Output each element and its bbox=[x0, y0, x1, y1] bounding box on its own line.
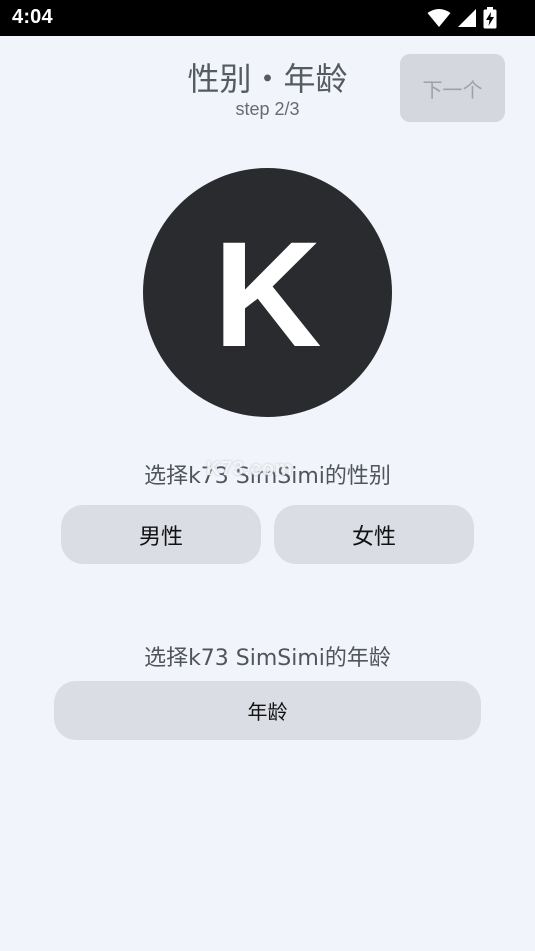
status-bar: 4:04 bbox=[0, 0, 535, 36]
male-button[interactable]: 男性 bbox=[61, 505, 261, 564]
female-button[interactable]: 女性 bbox=[274, 505, 474, 564]
battery-charging-icon bbox=[483, 7, 497, 33]
age-button[interactable]: 年龄 bbox=[54, 681, 481, 740]
next-button[interactable]: 下一个 bbox=[400, 54, 505, 122]
watermark: K73.com bbox=[206, 458, 293, 480]
status-time: 4:04 bbox=[12, 6, 53, 28]
status-icons bbox=[427, 7, 497, 33]
signal-icon bbox=[457, 8, 477, 32]
wifi-icon bbox=[427, 8, 451, 32]
avatar-letter: K bbox=[213, 209, 322, 378]
age-section-label: 选择k73 SimSimi的年龄 bbox=[144, 646, 391, 671]
avatar: K bbox=[143, 168, 392, 417]
